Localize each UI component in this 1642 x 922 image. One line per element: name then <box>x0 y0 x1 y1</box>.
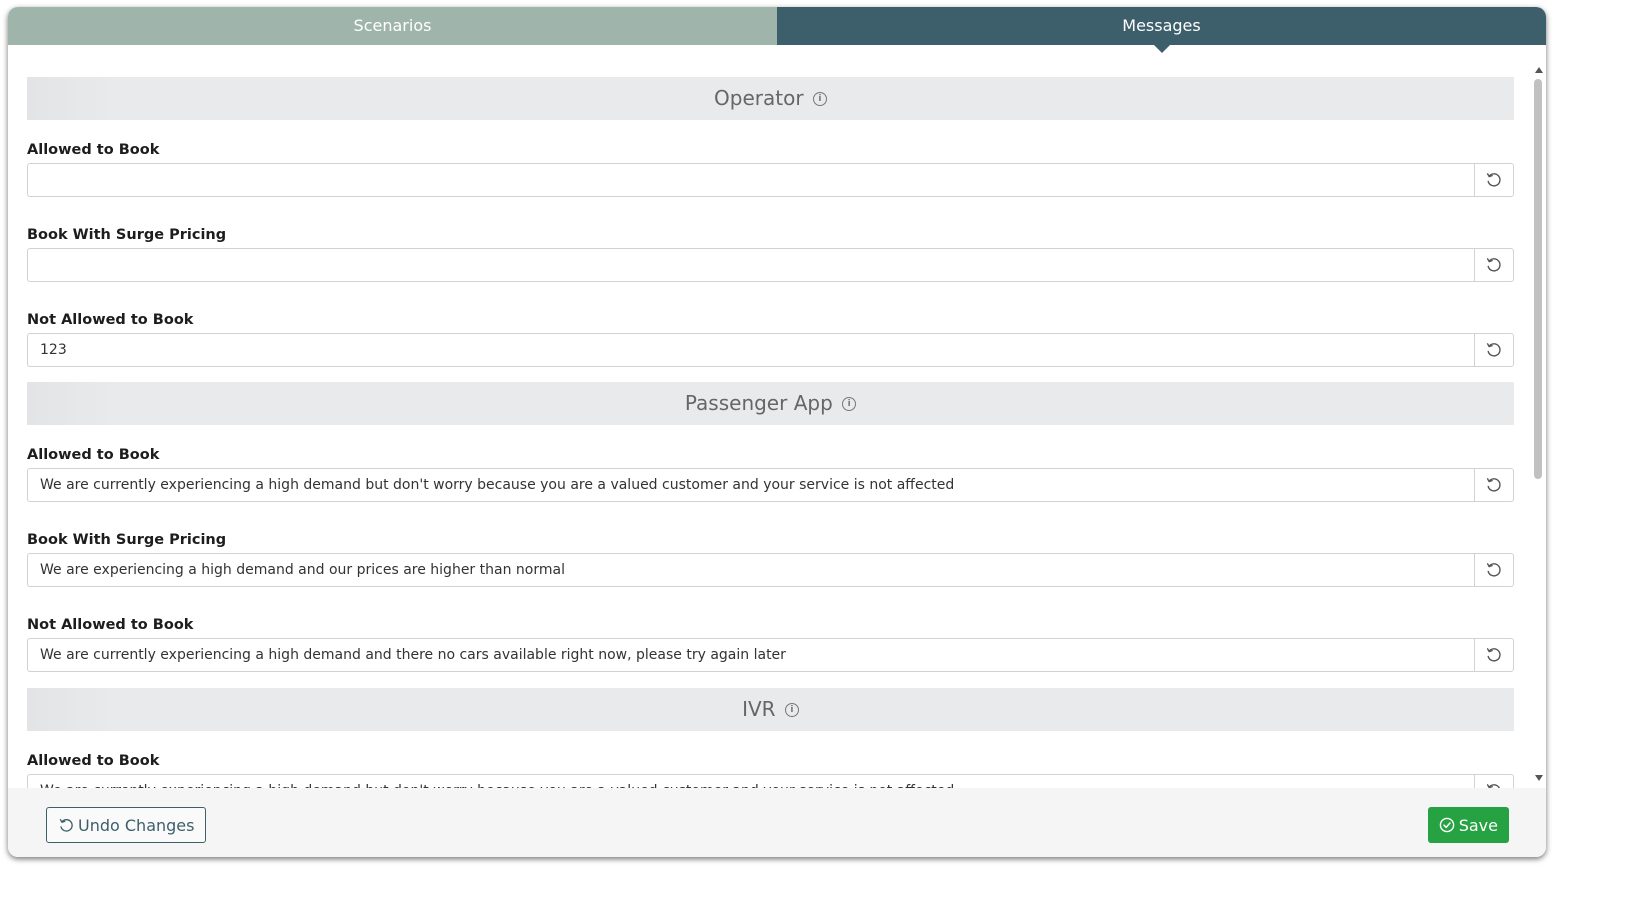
field-label: Book With Surge Pricing <box>27 532 227 548</box>
section-header-passenger-app: Passenger App i <box>27 382 1514 425</box>
reset-button[interactable] <box>1474 333 1514 367</box>
section-title: IVR <box>742 697 776 721</box>
info-icon[interactable]: i <box>842 396 857 411</box>
field-label: Not Allowed to Book <box>27 617 194 633</box>
reset-icon <box>1486 343 1501 357</box>
section-title: Passenger App <box>684 391 833 415</box>
info-icon[interactable]: i <box>784 702 799 717</box>
tab-bar: Scenarios Messages <box>8 7 1546 53</box>
operator-surge-pricing-input[interactable] <box>27 248 1474 282</box>
field-label: Not Allowed to Book <box>27 312 194 328</box>
operator-not-allowed-input[interactable] <box>27 333 1474 367</box>
tab-messages[interactable]: Messages <box>777 7 1546 53</box>
tab-scenarios-label: Scenarios <box>353 16 432 35</box>
passenger-allowed-to-book-row <box>27 468 1514 502</box>
operator-allowed-to-book-input[interactable] <box>27 163 1474 197</box>
reset-icon <box>1486 258 1501 272</box>
scroll-down-arrow-icon[interactable] <box>1535 775 1543 781</box>
passenger-surge-pricing-input[interactable] <box>27 553 1474 587</box>
ivr-allowed-to-book-input[interactable] <box>27 774 1474 788</box>
operator-allowed-to-book-row <box>27 163 1514 197</box>
tab-scenarios[interactable]: Scenarios <box>8 7 777 45</box>
undo-changes-label: Undo Changes <box>78 815 195 835</box>
operator-not-allowed-row <box>27 333 1514 367</box>
save-button[interactable]: Save <box>1427 807 1509 843</box>
dialog-footer: Undo Changes Save <box>8 788 1546 857</box>
operator-surge-pricing-row <box>27 248 1514 282</box>
ivr-allowed-to-book-row <box>27 774 1514 788</box>
info-icon[interactable]: i <box>812 91 827 106</box>
passenger-allowed-to-book-input[interactable] <box>27 468 1474 502</box>
reset-button[interactable] <box>1474 248 1514 282</box>
scroll-up-arrow-icon[interactable] <box>1535 67 1543 73</box>
field-label: Allowed to Book <box>27 142 160 158</box>
save-label: Save <box>1458 815 1498 835</box>
check-circle-icon <box>1439 817 1455 833</box>
field-label: Allowed to Book <box>27 753 160 769</box>
messages-content[interactable]: Operator i Allowed to Book Book With Sur… <box>8 45 1546 788</box>
undo-changes-button[interactable]: Undo Changes <box>46 807 207 843</box>
scroll-thumb[interactable] <box>1534 79 1542 479</box>
tab-messages-label: Messages <box>1122 16 1201 35</box>
field-label: Allowed to Book <box>27 447 160 463</box>
section-title: Operator <box>714 86 804 110</box>
passenger-not-allowed-row <box>27 638 1514 672</box>
undo-icon <box>59 818 73 832</box>
section-header-ivr: IVR i <box>27 688 1514 731</box>
section-header-operator: Operator i <box>27 77 1514 120</box>
reset-button[interactable] <box>1474 163 1514 197</box>
field-label: Book With Surge Pricing <box>27 227 227 243</box>
reset-button[interactable] <box>1474 774 1514 788</box>
reset-icon <box>1486 563 1501 577</box>
reset-button[interactable] <box>1474 638 1514 672</box>
reset-button[interactable] <box>1474 553 1514 587</box>
reset-icon <box>1486 648 1501 662</box>
reset-icon <box>1486 173 1501 187</box>
messages-dialog: Scenarios Messages Operator i Allowed to… <box>8 7 1546 857</box>
passenger-not-allowed-input[interactable] <box>27 638 1474 672</box>
vertical-scrollbar[interactable] <box>1530 65 1546 783</box>
passenger-surge-pricing-row <box>27 553 1514 587</box>
reset-button[interactable] <box>1474 468 1514 502</box>
reset-icon <box>1486 478 1501 492</box>
